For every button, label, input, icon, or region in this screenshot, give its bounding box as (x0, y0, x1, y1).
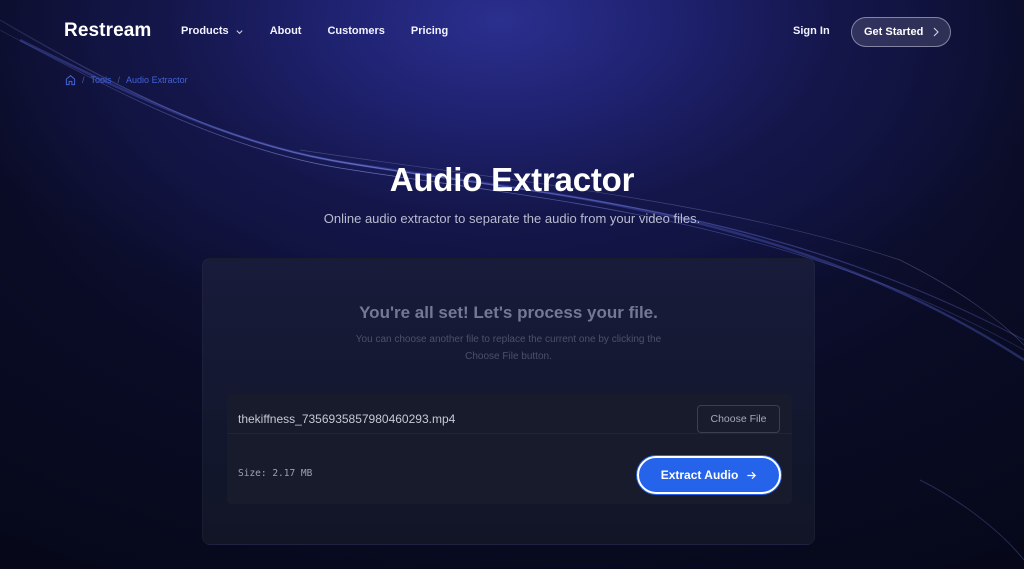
nav-item-customers[interactable]: Customers (327, 25, 384, 37)
breadcrumb-audio-extractor[interactable]: Audio Extractor (126, 75, 188, 85)
page-title: Audio Extractor (389, 161, 635, 198)
breadcrumb-separator: / (82, 75, 85, 85)
file-size: Size: 2.17 MB (238, 468, 313, 479)
get-started-label: Get Started (864, 26, 924, 38)
nav-label-customers: Customers (327, 25, 385, 37)
file-name: thekiffness_7356935857980460293.mp4 (238, 412, 456, 426)
extract-audio-button[interactable]: Extract Audio (637, 456, 781, 494)
card-description: You can choose another file to replace t… (355, 334, 662, 362)
breadcrumb: / Tools / Audio Extractor (65, 74, 188, 86)
chevron-down-icon (236, 29, 243, 34)
restream-logo[interactable]: Restream (64, 20, 151, 42)
breadcrumb-separator: / (117, 75, 121, 85)
file-row: thekiffness_7356935857980460293.mp4 Choo… (227, 394, 792, 434)
nav-item-products[interactable]: Products (181, 25, 244, 37)
nav-label-products: Products (181, 25, 229, 37)
nav-label-about: About (269, 25, 302, 37)
file-panel: thekiffness_7356935857980460293.mp4 Choo… (227, 394, 792, 504)
extract-audio-label: Extract Audio (660, 468, 739, 482)
sign-in-link[interactable]: Sign In (793, 25, 830, 37)
main-nav: Products About Customers Pricing (181, 25, 474, 37)
site-header: Restream Products About Customers Pricin… (0, 0, 1024, 64)
page-subtitle: Online audio extractor to separate the a… (323, 211, 701, 226)
arrow-right-icon (747, 471, 757, 479)
card-title: You're all set! Let's process your file. (359, 303, 658, 322)
upload-card: You're all set! Let's process your file.… (202, 258, 815, 545)
get-started-button[interactable]: Get Started (851, 17, 951, 47)
home-icon[interactable] (65, 74, 76, 86)
nav-label-pricing: Pricing (410, 25, 449, 37)
nav-item-about[interactable]: About (270, 25, 302, 37)
nav-item-pricing[interactable]: Pricing (411, 25, 448, 37)
breadcrumb-tools[interactable]: Tools (91, 75, 112, 85)
choose-file-button[interactable]: Choose File (697, 405, 780, 433)
chevron-right-icon (933, 27, 940, 37)
